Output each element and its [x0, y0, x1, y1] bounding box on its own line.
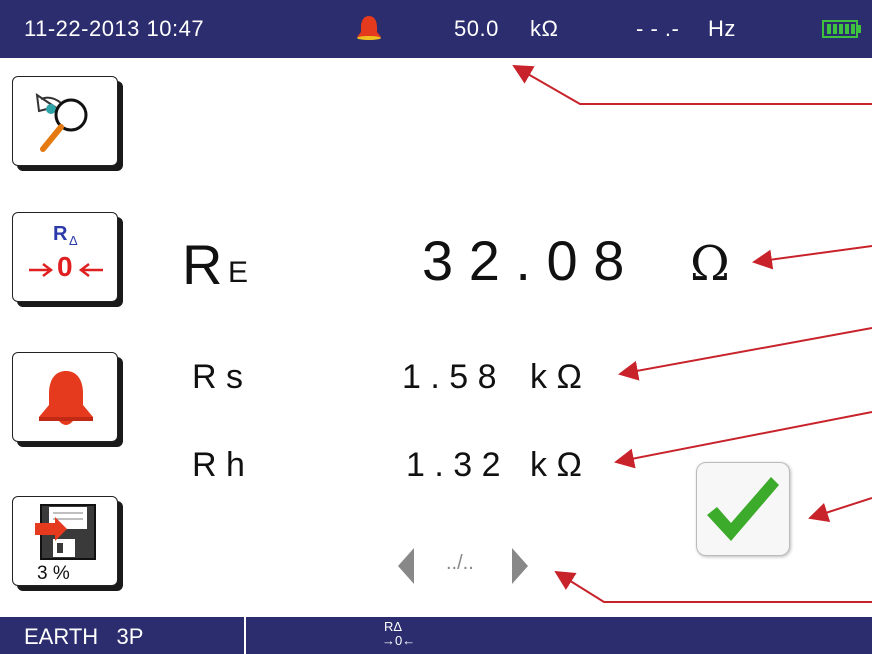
annotation-arrows	[512, 65, 872, 603]
arrow-re-value	[752, 245, 872, 270]
arrow-status-bar	[512, 65, 872, 105]
arrow-pass-icon	[808, 497, 872, 522]
arrow-rh-value	[614, 411, 872, 469]
arrow-rs-value	[618, 327, 872, 381]
arrow-pager	[554, 570, 872, 603]
